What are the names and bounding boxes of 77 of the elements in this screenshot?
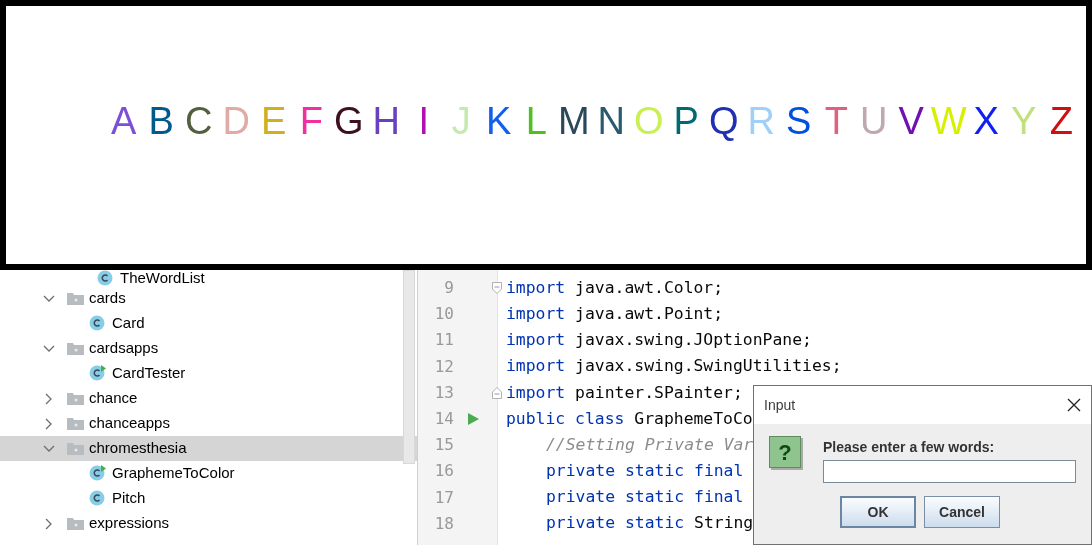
tree-item[interactable]: cardsapps <box>89 337 159 360</box>
tree-item[interactable]: chance <box>89 387 138 410</box>
colored-letter: L <box>524 102 548 140</box>
runnable-class-icon <box>89 365 106 382</box>
colored-letter: V <box>897 102 925 140</box>
dialog-button[interactable]: Cancel <box>924 496 1000 528</box>
line-number: 11 <box>433 329 454 352</box>
class-icon <box>89 315 106 332</box>
colored-letter: F <box>298 102 324 140</box>
dialog-button[interactable]: OK <box>840 496 916 528</box>
colored-letter: Q <box>707 102 740 140</box>
tree-item[interactable]: expressions <box>89 512 170 535</box>
colored-letter: O <box>632 102 665 140</box>
line-number: 18 <box>433 512 454 535</box>
colored-letter: U <box>859 102 889 140</box>
line-number: 13 <box>433 381 454 404</box>
colored-letter: D <box>221 102 251 140</box>
colored-letter: S <box>785 102 813 140</box>
colored-letter: Y <box>1010 102 1038 140</box>
code-line: //Setting Private Var <box>545 433 754 456</box>
runnable-class-icon <box>89 465 106 482</box>
tree-item[interactable]: Pitch <box>112 487 146 510</box>
dialog-title: Input <box>764 395 796 415</box>
colored-letter: W <box>930 102 968 140</box>
tree-item[interactable]: chanceapps <box>89 412 170 435</box>
selected-row[interactable]: chromesthesia <box>0 436 417 461</box>
scrollbar[interactable] <box>403 270 415 464</box>
tree-item[interactable]: CardTester <box>112 362 186 385</box>
colored-letter: N <box>596 102 626 140</box>
prompt-text: Please enter a few words: <box>823 440 996 454</box>
colored-letter: K <box>485 102 513 140</box>
tree-item[interactable]: TheWordList <box>120 266 205 290</box>
colored-letter: A <box>110 102 138 140</box>
colored-letter: Z <box>1048 102 1074 140</box>
code-line: import java.awt.Color; <box>506 276 724 299</box>
text-input[interactable] <box>823 460 1076 483</box>
folder-icon <box>67 392 84 405</box>
tree-item[interactable]: Card <box>112 312 145 335</box>
close-icon[interactable] <box>1067 398 1081 412</box>
line-number: 9 <box>443 277 454 300</box>
code-line: private static final <box>545 486 744 509</box>
folder-icon <box>67 292 84 305</box>
colored-letter: J <box>450 102 472 140</box>
class-icon <box>89 490 106 507</box>
class-icon <box>97 269 114 287</box>
colored-letter: X <box>972 102 1000 140</box>
colored-letter: C <box>184 102 214 140</box>
folder-icon <box>67 342 84 355</box>
folder-icon <box>67 417 84 430</box>
line-number: 14 <box>433 408 454 431</box>
line-number: 17 <box>433 486 454 509</box>
colored-letter: M <box>556 102 591 140</box>
code-line: import painter.SPainter; <box>506 381 743 404</box>
code-line: import javax.swing.JOptionPane; <box>506 329 812 352</box>
code-line: import javax.swing.SwingUtilities; <box>506 355 842 378</box>
line-number: 15 <box>433 434 454 457</box>
colored-letter: T <box>823 102 849 140</box>
line-number: 12 <box>433 355 454 378</box>
tree-item[interactable]: cards <box>89 287 126 310</box>
colored-letter: P <box>672 102 700 140</box>
code-line: public class GraphemeToCo <box>506 407 753 430</box>
colored-letter: B <box>147 102 175 140</box>
folder-icon <box>67 442 84 455</box>
code-line: import java.awt.Point; <box>506 302 724 325</box>
code-line: private static String <box>545 512 754 535</box>
tree-item[interactable]: GraphemeToColor <box>112 462 235 485</box>
code-line: private static final <box>545 460 744 483</box>
colored-letter: I <box>417 102 431 140</box>
colored-letter: R <box>746 102 776 140</box>
question-icon: ? <box>769 436 801 468</box>
colored-letter: G <box>332 102 365 140</box>
colored-letter: E <box>260 102 288 140</box>
colored-letter: H <box>371 102 401 140</box>
line-number: 16 <box>433 460 454 483</box>
line-number: 10 <box>433 303 454 326</box>
tree-item[interactable]: chromesthesia <box>89 437 187 460</box>
folder-icon <box>67 517 84 530</box>
